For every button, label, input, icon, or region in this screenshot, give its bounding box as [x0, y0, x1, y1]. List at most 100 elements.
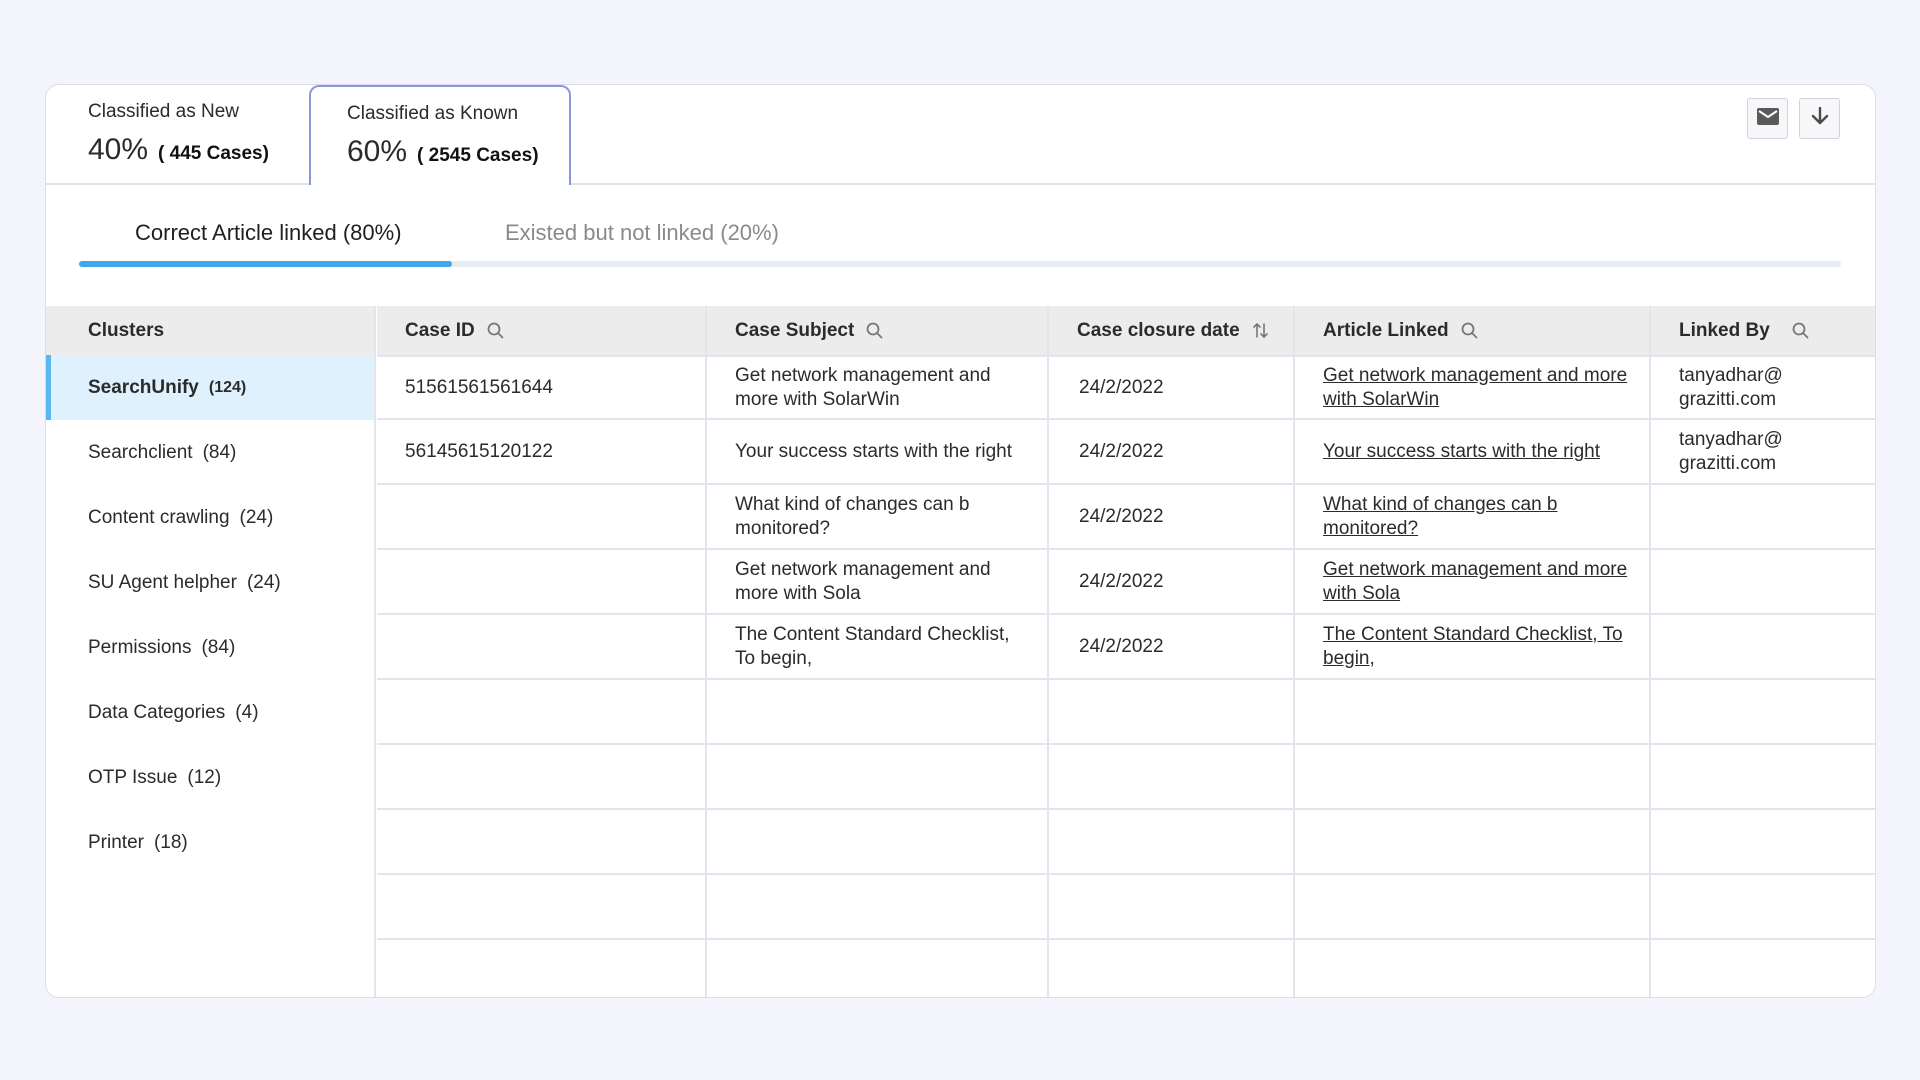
article-linked-cell	[1295, 810, 1651, 873]
search-icon[interactable]	[866, 322, 883, 339]
article-linked-cell[interactable]: What kind of changes can b monitored?	[1295, 485, 1651, 548]
linked-by-cell	[1651, 485, 1875, 548]
cluster-count: (124)	[208, 378, 247, 396]
case-closure-date-cell	[1049, 875, 1295, 938]
cluster-name: Printer	[88, 831, 144, 853]
clusters-list: SearchUnify (124) Searchclient (84) Content …	[46, 355, 374, 875]
case-closure-date-cell: 24/2/2022	[1049, 615, 1295, 678]
cluster-count: (4)	[235, 701, 259, 723]
sort-icon[interactable]	[1252, 322, 1269, 339]
case-id-cell	[377, 550, 707, 613]
tab-correct-article-linked[interactable]: Correct Article linked (80%)	[135, 220, 402, 246]
case-subject-cell: Your success starts with the right	[707, 420, 1049, 483]
cell-text: What kind of changes can b monitored?	[735, 493, 970, 539]
cluster-count: (18)	[153, 831, 188, 853]
cases-grid: Clusters SearchUnify (124) Searchclient (84…	[46, 306, 1875, 997]
classified-new-percent: 40%	[88, 133, 149, 166]
article-link[interactable]: Get network management and more with Sol…	[1323, 558, 1635, 606]
article-link[interactable]: What kind of changes can b monitored?	[1323, 493, 1635, 541]
cell-text: 56145615120122	[405, 440, 553, 462]
linked-by-cell	[1651, 550, 1875, 613]
column-header-case-subject: Case Subject	[707, 306, 1049, 355]
cluster-count: (84)	[201, 636, 236, 658]
tab-classified-new[interactable]: Classified as New 40% ( 445 Cases)	[46, 85, 309, 185]
clusters-panel: Clusters SearchUnify (124) Searchclient (84…	[46, 306, 376, 997]
case-closure-date-cell: 24/2/2022	[1049, 357, 1295, 418]
case-subject-cell	[707, 745, 1049, 808]
classified-new-count: ( 445 Cases)	[158, 143, 269, 164]
cluster-item[interactable]: Searchclient (84)	[46, 420, 374, 485]
search-icon[interactable]	[1461, 322, 1478, 339]
table-row[interactable]	[377, 810, 1875, 875]
classified-known-percent: 60%	[347, 135, 408, 168]
case-closure-date-cell	[1049, 745, 1295, 808]
cluster-name: Searchclient	[88, 441, 193, 463]
table-row[interactable]	[377, 875, 1875, 940]
cluster-item[interactable]: SU Agent helpher (24)	[46, 550, 374, 615]
classification-header: Classified as New 40% ( 445 Cases) Class…	[46, 85, 1875, 185]
email-button[interactable]	[1747, 98, 1788, 139]
download-button[interactable]	[1799, 98, 1840, 139]
linked-by-cell	[1651, 745, 1875, 808]
cluster-item[interactable]: SearchUnify (124)	[46, 355, 374, 420]
cell-text: tanyadhar@ grazitti.com	[1679, 364, 1783, 410]
column-label-case-closure-date: Case closure date	[1077, 319, 1240, 341]
cluster-item[interactable]: Data Categories (4)	[46, 680, 374, 745]
linked-by-cell	[1651, 940, 1875, 997]
table-row[interactable]: The Content Standard Checklist, To begin…	[377, 615, 1875, 680]
clusters-header: Clusters	[46, 306, 374, 355]
linked-by-cell: tanyadhar@ grazitti.com	[1651, 420, 1875, 483]
article-linked-cell[interactable]: Get network management and more with Sol…	[1295, 357, 1651, 418]
linked-by-cell	[1651, 680, 1875, 743]
table-row[interactable]: What kind of changes can b monitored? 24/…	[377, 485, 1875, 550]
cluster-count: (12)	[187, 766, 222, 788]
cell-text: Get network management and more with Sol…	[735, 558, 991, 604]
article-link[interactable]: Your success starts with the right	[1323, 440, 1600, 464]
linked-by-cell: tanyadhar@ grazitti.com	[1651, 357, 1875, 418]
linked-by-cell	[1651, 810, 1875, 873]
column-header-case-id: Case ID	[377, 306, 707, 355]
article-linked-cell[interactable]: Your success starts with the right	[1295, 420, 1651, 483]
case-id-cell	[377, 875, 707, 938]
case-closure-date-cell	[1049, 680, 1295, 743]
column-label-case-subject: Case Subject	[735, 319, 855, 341]
cluster-name: Data Categories	[88, 701, 226, 723]
article-link[interactable]: Get network management and more with Sol…	[1323, 364, 1635, 412]
tab-classified-known[interactable]: Classified as Known 60% ( 2545 Cases)	[309, 85, 571, 185]
table-row[interactable]: Get network management and more with Sol…	[377, 550, 1875, 615]
article-linked-cell	[1295, 875, 1651, 938]
cell-text: Get network management and more with Sol…	[735, 364, 991, 410]
download-icon	[1811, 106, 1829, 130]
cell-text: Your success starts with the right	[735, 440, 1013, 462]
table-row[interactable]	[377, 745, 1875, 810]
case-id-cell	[377, 615, 707, 678]
case-closure-date-cell: 24/2/2022	[1049, 550, 1295, 613]
table-row[interactable]: 56145615120122 Your success starts with t…	[377, 420, 1875, 485]
cluster-item[interactable]: Content crawling (24)	[46, 485, 374, 550]
tab-indicator-track	[79, 261, 1841, 267]
table-row[interactable]: 51561561561644 Get network management and…	[377, 355, 1875, 420]
case-id-cell: 51561561561644	[377, 357, 707, 418]
case-subject-cell	[707, 810, 1049, 873]
cluster-count: (24)	[239, 506, 274, 528]
case-closure-date-cell	[1049, 810, 1295, 873]
cluster-item[interactable]: Permissions (84)	[46, 615, 374, 680]
case-id-cell	[377, 485, 707, 548]
tab-existed-not-linked[interactable]: Existed but not linked (20%)	[505, 220, 779, 246]
table-row[interactable]	[377, 940, 1875, 997]
cluster-item[interactable]: OTP Issue (12)	[46, 745, 374, 810]
article-linked-cell[interactable]: The Content Standard Checklist, To begin…	[1295, 615, 1651, 678]
tab-indicator-active	[79, 261, 452, 267]
column-header-case-closure-date: Case closure date	[1049, 306, 1295, 355]
case-closure-date-cell	[1049, 940, 1295, 997]
search-icon[interactable]	[487, 322, 504, 339]
article-linked-cell[interactable]: Get network management and more with Sol…	[1295, 550, 1651, 613]
classified-known-count: ( 2545 Cases)	[417, 145, 539, 166]
table-row[interactable]	[377, 680, 1875, 745]
mail-icon	[1756, 107, 1779, 130]
cluster-name: SU Agent helpher	[88, 571, 237, 593]
search-icon[interactable]	[1792, 322, 1809, 339]
cell-text: 24/2/2022	[1079, 570, 1164, 592]
cluster-item[interactable]: Printer (18)	[46, 810, 374, 875]
article-link[interactable]: The Content Standard Checklist, To begin…	[1323, 623, 1635, 671]
